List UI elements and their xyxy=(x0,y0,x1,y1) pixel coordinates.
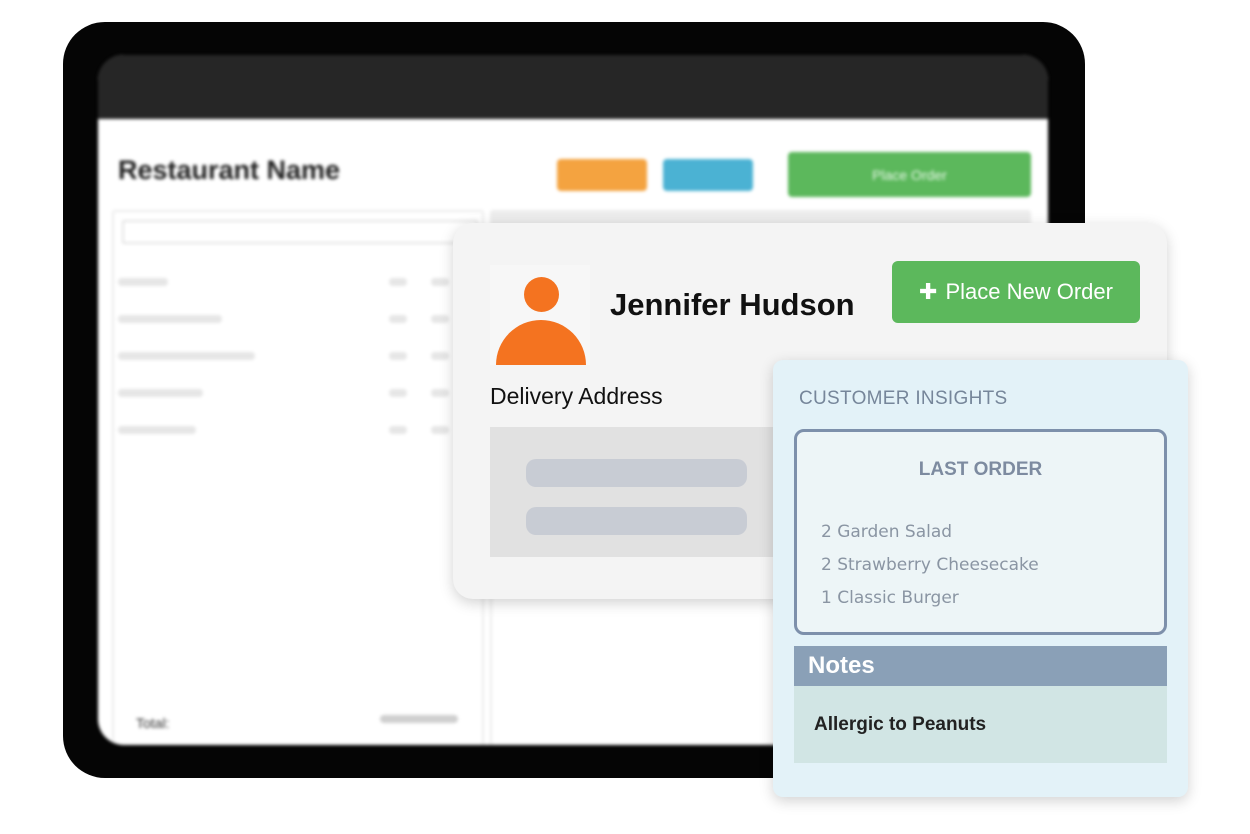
order-row xyxy=(389,352,407,360)
notes-header: Notes xyxy=(794,646,1167,686)
delivery-address-label: Delivery Address xyxy=(490,383,663,409)
notes-text: Allergic to Peanuts xyxy=(794,686,1167,763)
menu-search-input[interactable] xyxy=(122,220,478,244)
order-row xyxy=(389,426,407,434)
order-row xyxy=(431,352,449,360)
order-row xyxy=(118,278,168,286)
insights-title: CUSTOMER INSIGHTS xyxy=(799,388,1008,409)
list-item: 2 Garden Salad xyxy=(821,522,953,542)
order-row xyxy=(118,352,255,360)
plus-icon: ✚ xyxy=(919,279,938,304)
order-row xyxy=(118,389,203,397)
order-row xyxy=(389,315,407,323)
list-item: 2 Strawberry Cheesecake xyxy=(821,555,1039,575)
customer-name: Jennifer Hudson xyxy=(610,287,855,322)
delivery-address-box[interactable] xyxy=(490,427,790,557)
place-new-order-button[interactable]: ✚ Place New Order xyxy=(892,261,1140,323)
order-row xyxy=(118,426,196,434)
last-order-list: 2 Garden Salad 2 Strawberry Cheesecake 1… xyxy=(821,516,1039,615)
order-row xyxy=(118,315,222,323)
total-label: Total: xyxy=(136,715,170,731)
order-row xyxy=(431,315,449,323)
place-order-button[interactable]: Place Order xyxy=(788,152,1031,197)
order-row xyxy=(389,389,407,397)
list-item: 1 Classic Burger xyxy=(821,588,959,608)
order-row xyxy=(431,389,449,397)
total-value xyxy=(380,715,458,723)
order-items-panel: Total: xyxy=(112,210,484,745)
customer-insights-card: CUSTOMER INSIGHTS LAST ORDER 2 Garden Sa… xyxy=(773,360,1188,797)
order-row xyxy=(431,278,449,286)
place-new-order-label: Place New Order xyxy=(945,279,1113,304)
last-order-title: LAST ORDER xyxy=(918,459,1043,480)
top-bar xyxy=(98,55,1048,119)
address-line xyxy=(526,459,747,487)
order-row xyxy=(431,426,449,434)
last-order-box: LAST ORDER 2 Garden Salad 2 Strawberry C… xyxy=(794,429,1167,635)
order-row xyxy=(389,278,407,286)
blue-action-button[interactable] xyxy=(663,159,753,191)
orange-action-button[interactable] xyxy=(557,159,647,191)
address-line xyxy=(526,507,747,535)
person-icon xyxy=(490,265,590,365)
restaurant-name: Restaurant Name xyxy=(118,155,341,185)
